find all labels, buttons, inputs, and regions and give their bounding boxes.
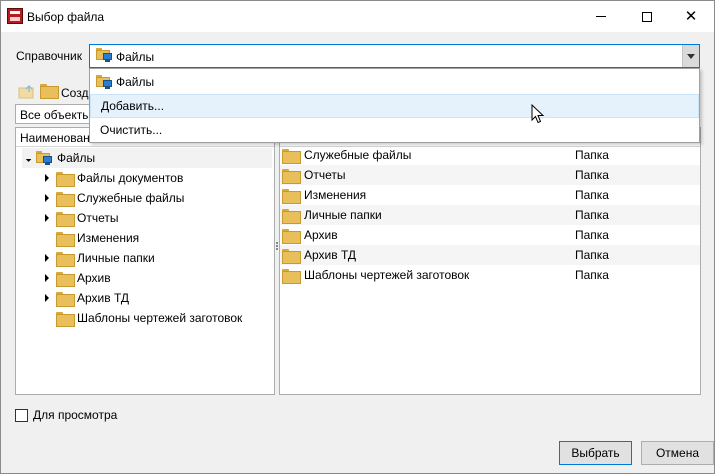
folder-icon (282, 229, 301, 244)
tree-expand-icon[interactable] (42, 274, 52, 282)
catalog-label: Справочник (16, 49, 82, 63)
network-folder-icon (36, 151, 53, 165)
list-row-type: Папка (575, 168, 609, 182)
preview-checkbox-label: Для просмотра (33, 408, 118, 422)
list-row-name: Шаблоны чертежей заготовок (304, 268, 470, 282)
title-bar[interactable]: Выбор файла ✕ (1, 1, 714, 32)
catalog-dropdown-arrow[interactable] (682, 45, 699, 67)
tree-expand-icon[interactable] (42, 254, 52, 262)
list-row-name: Служебные файлы (304, 148, 412, 162)
folder-icon (56, 191, 75, 207)
tree-node[interactable]: Архив ТД (42, 288, 129, 308)
folder-icon (56, 231, 75, 247)
file-dialog-window: Выбор файла ✕ Справочник Файлы Созда Все… (0, 0, 715, 474)
folder-icon (282, 149, 301, 164)
preview-checkbox[interactable] (15, 408, 28, 422)
chevron-down-icon (687, 53, 695, 59)
maximize-icon (642, 11, 652, 22)
list-row-name: Личные папки (304, 208, 382, 222)
list-row[interactable]: Служебные файлы Папка (280, 145, 700, 165)
catalog-selected-value: Файлы (116, 50, 155, 64)
dropdown-item-add[interactable]: Добавить... (90, 94, 699, 118)
tree-node-label: Отчеты (77, 211, 119, 225)
list-row-type: Папка (575, 268, 609, 282)
catalog-select[interactable]: Файлы (89, 44, 700, 68)
list-row[interactable]: Шаблоны чертежей заготовок Папка (280, 265, 700, 285)
list-row-type: Папка (575, 208, 609, 222)
tree-node[interactable]: Служебные файлы (42, 188, 184, 208)
mouse-cursor-icon (531, 104, 545, 124)
select-button[interactable]: Выбрать (559, 441, 632, 465)
tree-node[interactable]: Шаблоны чертежей заготовок (42, 308, 242, 328)
tree-node-label: Изменения (77, 231, 140, 245)
close-button[interactable]: ✕ (668, 1, 714, 32)
list-row[interactable]: Личные папки Папка (280, 205, 700, 225)
window-title: Выбор файла (27, 10, 105, 24)
list-row[interactable]: Отчеты Папка (280, 165, 700, 185)
folder-icon (282, 269, 301, 284)
minimize-button[interactable] (578, 1, 624, 32)
list-row[interactable]: Архив Папка (280, 225, 700, 245)
tree-expand-icon[interactable] (42, 174, 52, 182)
tree-node-label: Служебные файлы (77, 191, 185, 205)
tree-root-node[interactable]: Файлы (22, 148, 272, 168)
tree-node[interactable]: Личные папки (42, 248, 155, 268)
list-row-type: Папка (575, 188, 609, 202)
folder-icon (282, 249, 301, 264)
dropdown-item-files[interactable]: Файлы (90, 70, 699, 94)
minimize-icon (596, 16, 606, 17)
list-row-type: Папка (575, 248, 609, 262)
tree-node[interactable]: Файлы документов (42, 168, 183, 188)
create-folder-icon[interactable] (40, 84, 59, 99)
list-row-name: Отчеты (304, 168, 346, 182)
dropdown-item-label: Файлы (116, 75, 155, 89)
list-row-name: Изменения (304, 188, 367, 202)
maximize-button[interactable] (624, 1, 670, 32)
folder-icon (56, 311, 75, 327)
dropdown-item-clear[interactable]: Очистить... (90, 118, 699, 142)
network-folder-icon (96, 75, 113, 89)
catalog-dropdown-list: Файлы Добавить... Очистить... (89, 68, 700, 143)
tree-expand-icon[interactable] (42, 214, 52, 222)
folder-icon (282, 209, 301, 224)
tree-node[interactable]: Отчеты (42, 208, 118, 228)
dropdown-item-label: Очистить... (100, 123, 163, 137)
preview-checkbox-row[interactable]: Для просмотра (15, 408, 117, 422)
tree-node-label: Архив ТД (77, 291, 130, 305)
file-list-panel: Служебные файлы Папка Отчеты Папка Изменения… (279, 127, 701, 395)
dropdown-item-label: Добавить... (101, 99, 165, 113)
folder-icon (56, 291, 75, 307)
tree-collapse-icon[interactable] (22, 154, 32, 162)
list-row-type: Папка (575, 148, 609, 162)
list-row[interactable]: Изменения Папка (280, 185, 700, 205)
tree-node[interactable]: Архив (42, 268, 111, 288)
tree-node-label: Архив (77, 271, 111, 285)
list-row[interactable]: Архив ТД Папка (280, 245, 700, 265)
folder-icon (282, 169, 301, 184)
list-row-type: Папка (575, 228, 609, 242)
tree-node[interactable]: Изменения (42, 228, 139, 248)
tree-root-label: Файлы (57, 151, 96, 165)
cancel-button[interactable]: Отмена (641, 441, 714, 465)
network-folder-icon (96, 48, 113, 62)
tree-expand-icon[interactable] (42, 294, 52, 302)
folder-icon (282, 189, 301, 204)
tree-node-label: Шаблоны чертежей заготовок (77, 311, 243, 325)
list-row-name: Архив ТД (304, 248, 357, 262)
close-icon: ✕ (684, 8, 698, 25)
folder-icon (56, 211, 75, 227)
object-filter-select[interactable]: Все объекты (15, 104, 93, 124)
app-logo-icon (7, 8, 23, 24)
tree-node-label: Файлы документов (77, 171, 184, 185)
tree-node-label: Личные папки (77, 251, 155, 265)
folder-icon (56, 271, 75, 287)
tree-expand-icon[interactable] (42, 194, 52, 202)
folder-up-icon[interactable] (18, 84, 36, 100)
folder-icon (56, 251, 75, 267)
folder-tree-panel: Наименован Файлы Файлы документов Служебн… (15, 127, 275, 395)
list-row-name: Архив (304, 228, 338, 242)
folder-icon (56, 171, 75, 187)
